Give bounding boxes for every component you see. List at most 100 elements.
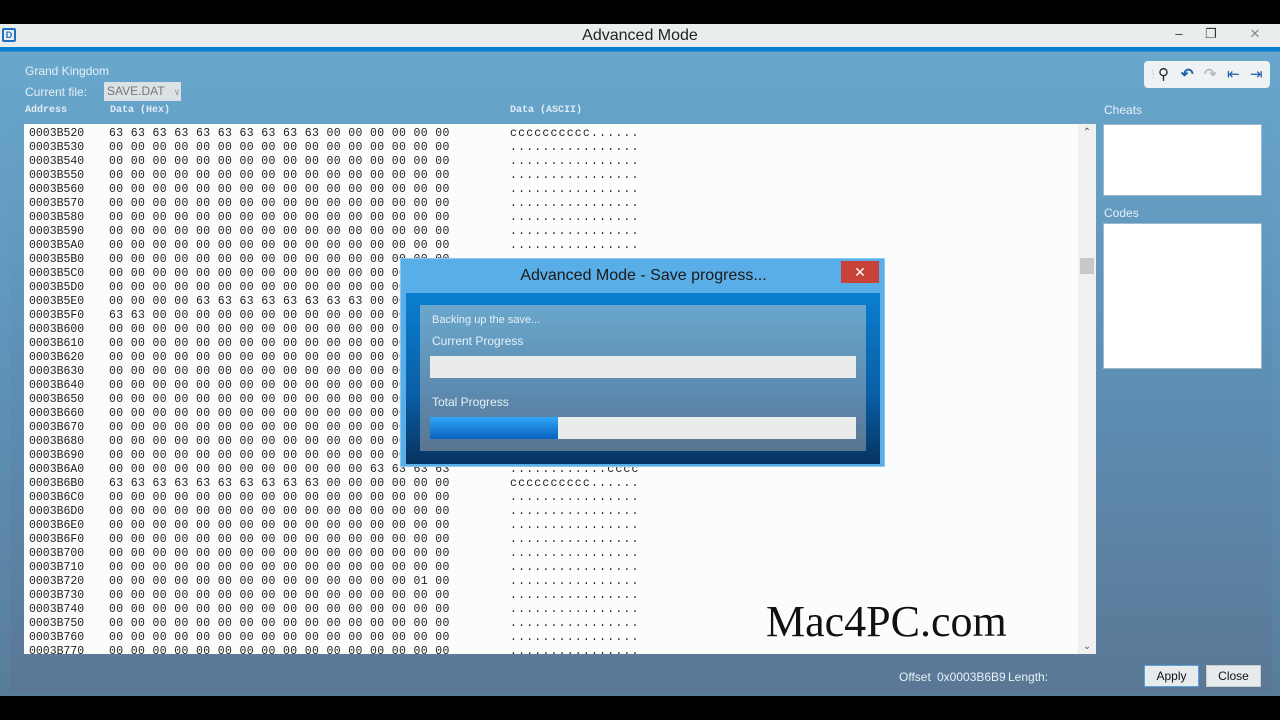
row-hex[interactable]: 00 00 00 00 00 00 00 00 00 00 00 00 00 0…: [109, 225, 450, 239]
row-hex[interactable]: 63 63 00 00 00 00 00 00 00 00 00 00 00 0…: [109, 309, 450, 323]
address-header: Address: [25, 105, 68, 116]
row-hex[interactable]: 00 00 00 00 00 00 00 00 00 00 00 00 00 0…: [109, 645, 450, 654]
row-hex[interactable]: 00 00 00 00 00 00 00 00 00 00 00 00 00 0…: [109, 589, 450, 603]
row-hex[interactable]: 00 00 00 00 00 00 00 00 00 00 00 00 00 0…: [109, 379, 450, 393]
dialog-close-button[interactable]: ✕: [841, 261, 879, 283]
row-ascii[interactable]: ................: [510, 197, 640, 211]
offset-label: Offset: [899, 670, 931, 684]
row-hex[interactable]: 00 00 00 00 00 00 00 00 00 00 00 00 00 0…: [109, 617, 450, 631]
import-icon[interactable]: ⇤: [1227, 61, 1240, 88]
row-ascii[interactable]: ................: [510, 645, 640, 654]
row-ascii[interactable]: ................: [510, 519, 640, 533]
vertical-scrollbar[interactable]: ⌃ ⌄: [1078, 124, 1096, 654]
row-ascii[interactable]: ................: [510, 533, 640, 547]
row-address: 0003B5B0: [29, 253, 85, 266]
current-file-select[interactable]: SAVE.DAT ∨: [104, 82, 181, 101]
row-ascii[interactable]: ................: [510, 631, 640, 645]
row-hex[interactable]: 00 00 00 00 00 00 00 00 00 00 00 00 00 0…: [109, 491, 450, 505]
row-hex[interactable]: 00 00 00 00 00 00 00 00 00 00 00 00 00 0…: [109, 239, 450, 253]
row-ascii[interactable]: ................: [510, 575, 640, 589]
row-ascii[interactable]: ................: [510, 169, 640, 183]
row-ascii[interactable]: ................: [510, 141, 640, 155]
row-address: 0003B6B0: [29, 477, 85, 490]
undo-icon[interactable]: ↶: [1181, 61, 1194, 88]
row-hex[interactable]: 00 00 00 00 00 00 00 00 00 00 00 00 00 0…: [109, 603, 450, 617]
row-ascii[interactable]: cccccccccc......: [510, 477, 640, 491]
row-ascii[interactable]: ................: [510, 239, 640, 253]
search-icon[interactable]: ⚲: [1158, 61, 1169, 88]
window-close-button[interactable]: ✕: [1240, 24, 1270, 44]
row-hex[interactable]: 00 00 00 00 63 63 63 63 63 63 63 63 00 0…: [109, 295, 450, 309]
row-hex[interactable]: 00 00 00 00 00 00 00 00 00 00 00 00 00 0…: [109, 337, 450, 351]
dialog-title: Advanced Mode - Save progress...: [520, 267, 767, 284]
toolbar: ⋮ ⚲ ↶ ↷ ⇤ ⇥: [1144, 61, 1270, 88]
row-hex[interactable]: 63 63 63 63 63 63 63 63 63 63 00 00 00 0…: [109, 127, 450, 141]
row-hex[interactable]: 00 00 00 00 00 00 00 00 00 00 00 00 00 0…: [109, 281, 450, 295]
row-hex[interactable]: 00 00 00 00 00 00 00 00 00 00 00 00 00 0…: [109, 407, 450, 421]
row-hex[interactable]: 00 00 00 00 00 00 00 00 00 00 00 00 00 0…: [109, 211, 450, 225]
row-hex[interactable]: 00 00 00 00 00 00 00 00 00 00 00 00 00 0…: [109, 547, 450, 561]
row-hex[interactable]: 00 00 00 00 00 00 00 00 00 00 00 00 00 0…: [109, 253, 450, 267]
current-progress-label: Current Progress: [432, 334, 524, 348]
minimize-button[interactable]: –: [1164, 24, 1194, 44]
row-address: 0003B740: [29, 603, 85, 616]
row-hex[interactable]: 00 00 00 00 00 00 00 00 00 00 00 00 00 0…: [109, 449, 450, 463]
row-ascii[interactable]: ................: [510, 603, 640, 617]
row-ascii[interactable]: ................: [510, 589, 640, 603]
row-hex[interactable]: 63 63 63 63 63 63 63 63 63 63 00 00 00 0…: [109, 477, 450, 491]
row-ascii[interactable]: ................: [510, 547, 640, 561]
row-hex[interactable]: 00 00 00 00 00 00 00 00 00 00 00 00 00 0…: [109, 533, 450, 547]
row-address: 0003B5D0: [29, 281, 85, 294]
row-hex[interactable]: 00 00 00 00 00 00 00 00 00 00 00 00 00 0…: [109, 631, 450, 645]
current-file-label: Current file:: [25, 85, 88, 99]
row-address: 0003B580: [29, 211, 85, 224]
codes-box[interactable]: [1103, 223, 1262, 369]
row-hex[interactable]: 00 00 00 00 00 00 00 00 00 00 00 00 00 0…: [109, 575, 450, 589]
row-hex[interactable]: 00 00 00 00 00 00 00 00 00 00 00 00 63 6…: [109, 463, 450, 477]
scroll-thumb[interactable]: [1080, 258, 1094, 274]
row-hex[interactable]: 00 00 00 00 00 00 00 00 00 00 00 00 00 0…: [109, 365, 450, 379]
scroll-down-icon[interactable]: ⌄: [1078, 641, 1096, 652]
row-address: 0003B730: [29, 589, 85, 602]
row-ascii[interactable]: ................: [510, 491, 640, 505]
row-hex[interactable]: 00 00 00 00 00 00 00 00 00 00 00 00 00 0…: [109, 267, 450, 281]
row-hex[interactable]: 00 00 00 00 00 00 00 00 00 00 00 00 00 0…: [109, 505, 450, 519]
row-ascii[interactable]: ................: [510, 505, 640, 519]
row-address: 0003B720: [29, 575, 85, 588]
row-hex[interactable]: 00 00 00 00 00 00 00 00 00 00 00 00 00 0…: [109, 561, 450, 575]
row-hex[interactable]: 00 00 00 00 00 00 00 00 00 00 00 00 00 0…: [109, 393, 450, 407]
row-ascii[interactable]: ................: [510, 183, 640, 197]
row-ascii[interactable]: ................: [510, 561, 640, 575]
row-address: 0003B5F0: [29, 309, 85, 322]
row-address: 0003B6C0: [29, 491, 85, 504]
row-hex[interactable]: 00 00 00 00 00 00 00 00 00 00 00 00 00 0…: [109, 183, 450, 197]
row-address: 0003B640: [29, 379, 85, 392]
cheats-list[interactable]: [1103, 124, 1262, 196]
row-address: 0003B760: [29, 631, 85, 644]
redo-icon[interactable]: ↷: [1204, 61, 1217, 88]
restore-button[interactable]: ❐: [1196, 24, 1226, 44]
row-ascii[interactable]: ................: [510, 211, 640, 225]
row-ascii[interactable]: ................: [510, 617, 640, 631]
row-hex[interactable]: 00 00 00 00 00 00 00 00 00 00 00 00 00 0…: [109, 141, 450, 155]
total-progress-fill: [430, 417, 558, 439]
row-ascii[interactable]: ................: [510, 155, 640, 169]
total-progress-label: Total Progress: [432, 395, 509, 409]
row-hex[interactable]: 00 00 00 00 00 00 00 00 00 00 00 00 00 0…: [109, 351, 450, 365]
apply-button[interactable]: Apply: [1144, 665, 1199, 687]
total-progress-bar: [430, 417, 856, 439]
row-hex[interactable]: 00 00 00 00 00 00 00 00 00 00 00 00 00 0…: [109, 435, 450, 449]
row-address: 0003B570: [29, 197, 85, 210]
row-hex[interactable]: 00 00 00 00 00 00 00 00 00 00 00 00 00 0…: [109, 323, 450, 337]
row-hex[interactable]: 00 00 00 00 00 00 00 00 00 00 00 00 00 0…: [109, 197, 450, 211]
row-hex[interactable]: 00 00 00 00 00 00 00 00 00 00 00 00 00 0…: [109, 169, 450, 183]
row-ascii[interactable]: ................: [510, 225, 640, 239]
row-hex[interactable]: 00 00 00 00 00 00 00 00 00 00 00 00 00 0…: [109, 421, 450, 435]
ascii-header: Data (ASCII): [510, 105, 583, 116]
close-button[interactable]: Close: [1206, 665, 1261, 687]
row-hex[interactable]: 00 00 00 00 00 00 00 00 00 00 00 00 00 0…: [109, 519, 450, 533]
row-ascii[interactable]: cccccccccc......: [510, 127, 640, 141]
scroll-up-icon[interactable]: ⌃: [1078, 127, 1096, 138]
row-hex[interactable]: 00 00 00 00 00 00 00 00 00 00 00 00 00 0…: [109, 155, 450, 169]
export-icon[interactable]: ⇥: [1250, 61, 1263, 88]
